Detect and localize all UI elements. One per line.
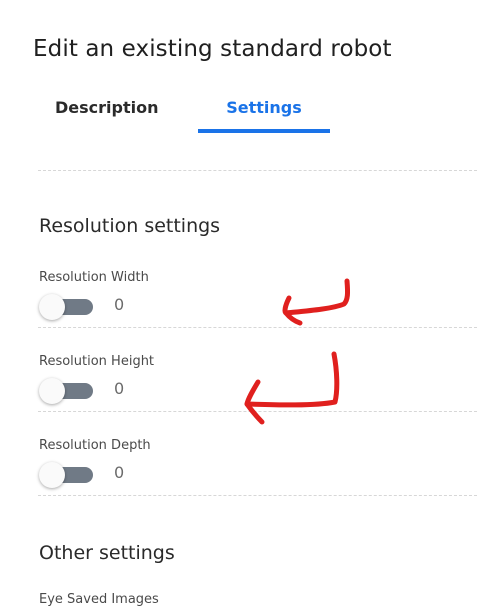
- tab-bar: Description Settings: [33, 95, 363, 137]
- tab-description[interactable]: Description: [55, 95, 158, 137]
- toggle-knob: [39, 462, 65, 488]
- field-divider: [38, 327, 477, 328]
- field-label: Resolution Height: [39, 354, 155, 369]
- toggle-knob: [39, 294, 65, 320]
- field-divider: [38, 495, 477, 496]
- resolution-height-toggle[interactable]: [39, 378, 93, 404]
- toggle-value: 0: [114, 295, 125, 314]
- field-label: Resolution Depth: [39, 438, 151, 453]
- section-title-resolution: Resolution settings: [39, 215, 221, 237]
- resolution-depth-toggle[interactable]: [39, 462, 93, 488]
- active-tab-indicator: [198, 129, 330, 133]
- page-title: Edit an existing standard robot: [33, 36, 392, 62]
- field-divider: [38, 411, 477, 412]
- section-title-other: Other settings: [39, 542, 175, 564]
- field-resolution-width: Resolution Width 0: [39, 270, 477, 350]
- tab-divider: [38, 170, 477, 171]
- field-label-cutoff: Eye Saved Images: [39, 592, 159, 607]
- field-resolution-height: Resolution Height 0: [39, 354, 477, 434]
- tab-settings[interactable]: Settings: [198, 95, 330, 137]
- tab-settings-label: Settings: [226, 98, 302, 117]
- toggle-value: 0: [114, 379, 125, 398]
- resolution-width-toggle[interactable]: [39, 294, 93, 320]
- field-resolution-depth: Resolution Depth 0: [39, 438, 477, 518]
- field-label: Resolution Width: [39, 270, 149, 285]
- toggle-value: 0: [114, 463, 125, 482]
- toggle-knob: [39, 378, 65, 404]
